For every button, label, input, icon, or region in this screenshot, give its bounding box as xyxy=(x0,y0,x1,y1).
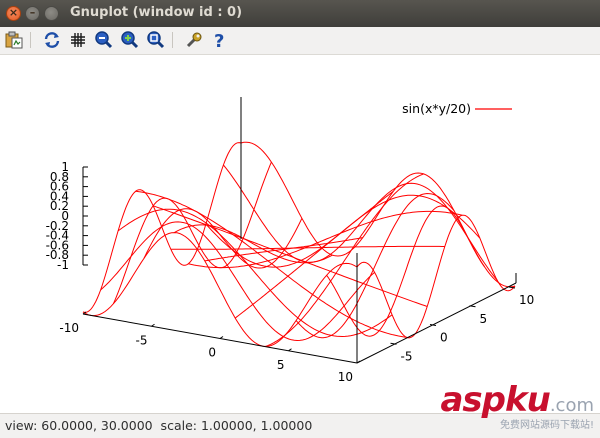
surface-plot[interactable]: -10-50510-5051010.80.60.40.20-0.2-0.4-0.… xyxy=(0,55,600,413)
x-tick-label: -5 xyxy=(136,333,148,347)
window-title: Gnuplot (window id : 0) xyxy=(70,5,243,20)
mesh-line-const-x xyxy=(112,161,272,304)
tick-mark xyxy=(151,323,155,327)
replot-icon xyxy=(44,32,60,48)
toolbar-separator xyxy=(172,32,173,48)
y-tick-label: 10 xyxy=(519,293,534,307)
svg-text:?: ? xyxy=(214,31,224,50)
autoscale-button[interactable] xyxy=(146,30,166,50)
mesh-line-const-x xyxy=(295,192,455,339)
minimize-button[interactable]: – xyxy=(25,6,40,21)
grid-icon xyxy=(71,33,85,47)
axis-ticks: -10-50510-5051010.80.60.40.20-0.2-0.4-0.… xyxy=(46,160,535,384)
z-tick-label: -1 xyxy=(57,258,69,272)
legend: sin(x*y/20) xyxy=(402,101,512,116)
y-tick-label: 5 xyxy=(480,312,488,326)
plot-area[interactable]: -10 -5 0 5 10 -5 0 5 10 1 0.8 0.6 0.4 0.2 0 -0.2 -0.4 -0.… xyxy=(0,55,600,413)
tick-mark xyxy=(219,336,224,339)
watermark-suffix: .com xyxy=(549,395,594,416)
x-tick-label: 5 xyxy=(277,358,285,372)
legend-label: sin(x*y/20) xyxy=(402,101,471,116)
zoom-next-icon xyxy=(121,31,139,49)
help-button[interactable]: ? xyxy=(210,30,230,50)
help-icon: ? xyxy=(214,31,224,50)
close-button[interactable]: × xyxy=(6,6,21,21)
autoscale-icon xyxy=(147,31,165,49)
tick-mark xyxy=(288,348,292,352)
close-icon: × xyxy=(8,6,19,19)
replot-button[interactable] xyxy=(42,30,62,50)
title-bar[interactable]: × – Gnuplot (window id : 0) xyxy=(0,0,600,27)
mesh-line-const-y xyxy=(240,141,516,288)
status-text: view: 60.0000, 30.0000 scale: 1.00000, 1… xyxy=(5,418,313,433)
gnuplot-window: × – Gnuplot (window id : 0) ? -10 -5 0 5… xyxy=(0,0,600,438)
config-button[interactable] xyxy=(184,30,204,50)
zoom-prev-icon xyxy=(95,31,113,49)
maximize-button[interactable] xyxy=(44,6,59,21)
mesh-line-const-x xyxy=(234,191,394,319)
copy-clipboard-button[interactable] xyxy=(4,30,24,50)
copy-clipboard-icon xyxy=(5,31,23,49)
tick-mark xyxy=(469,305,476,308)
config-icon xyxy=(186,32,202,48)
y-tick-label: 0 xyxy=(440,331,448,345)
x-tick-label: 10 xyxy=(338,370,353,384)
x-tick-label: 0 xyxy=(208,346,216,360)
toolbar-separator xyxy=(30,32,31,48)
toolbar: ? xyxy=(0,27,600,55)
mesh-line-const-y xyxy=(188,210,463,269)
minimize-icon: – xyxy=(29,6,36,19)
y-tick-label: -5 xyxy=(401,349,413,363)
x-tick-label: -10 xyxy=(59,321,79,335)
grid-button[interactable] xyxy=(68,30,88,50)
watermark-brand: aspku xyxy=(440,380,550,420)
watermark: aspku.com 免费网站源码下载站! xyxy=(440,380,594,431)
zoom-prev-button[interactable] xyxy=(94,30,114,50)
zoom-next-button[interactable] xyxy=(120,30,140,50)
